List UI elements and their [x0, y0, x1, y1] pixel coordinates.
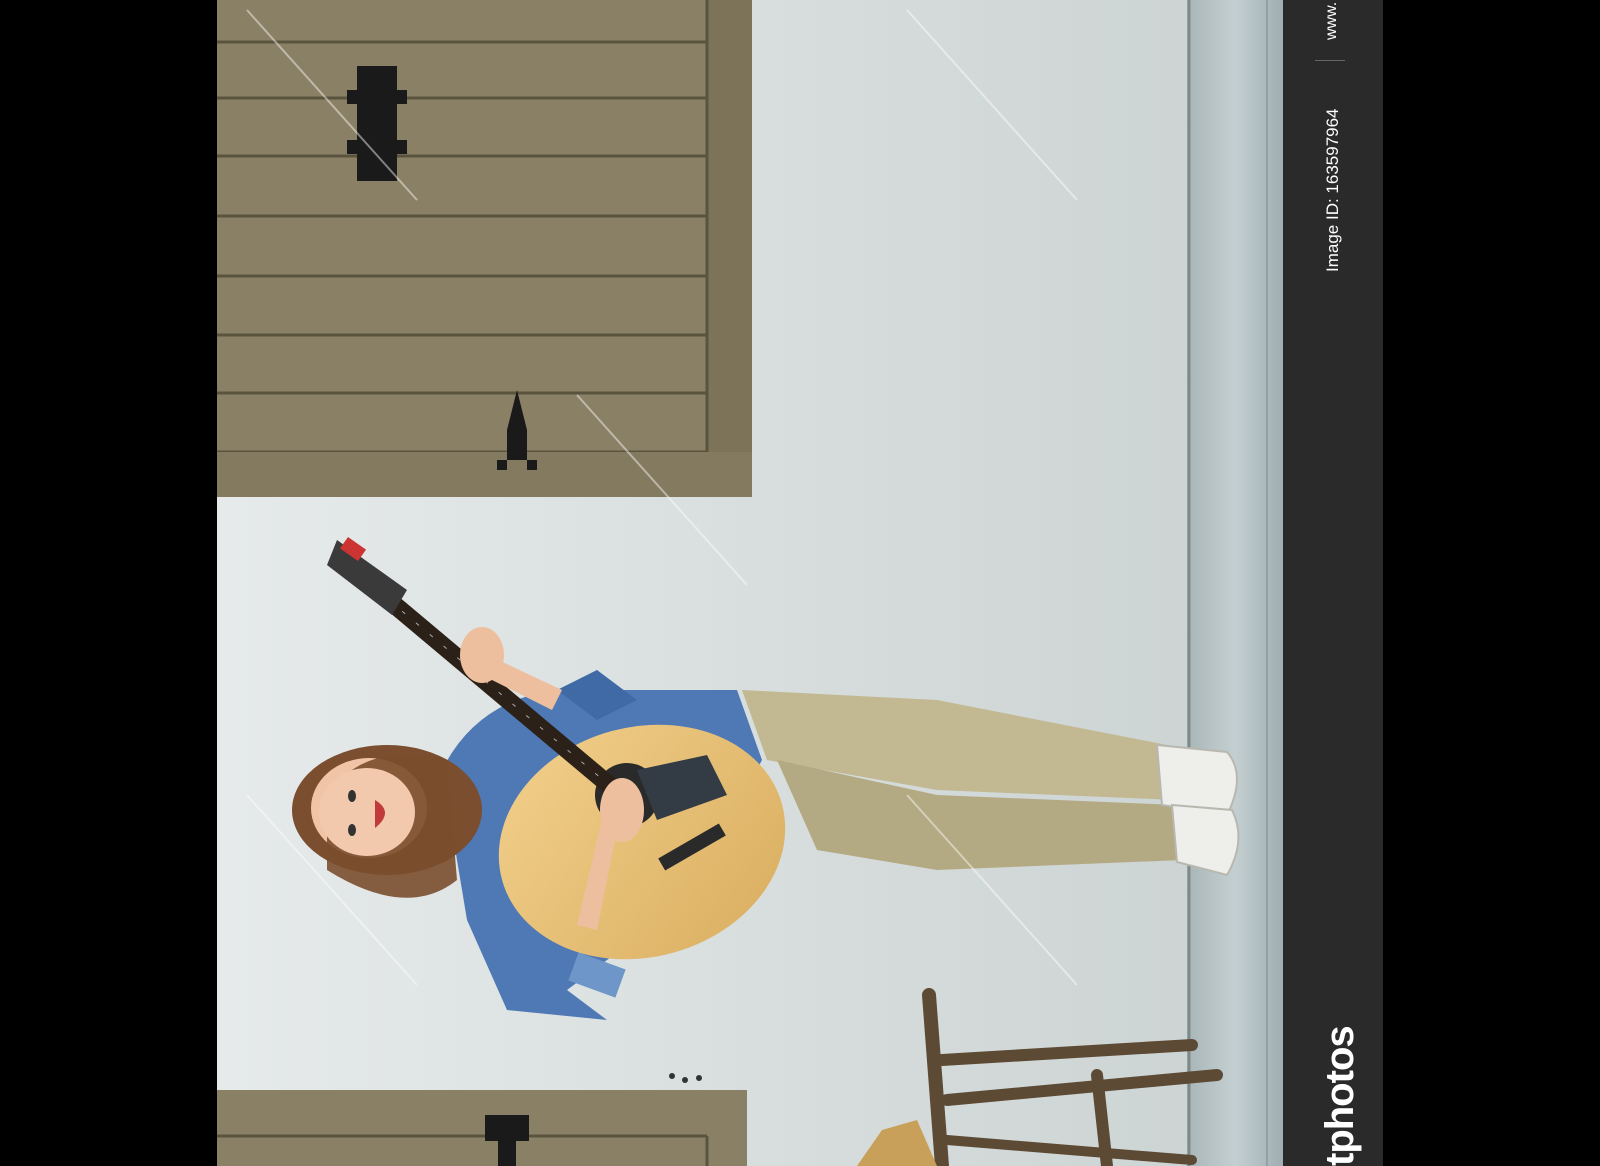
- stock-photo: [217, 0, 1283, 1166]
- image-id-text: Image ID: 163597964: [1323, 108, 1342, 272]
- stock-image-viewer: www. Image ID: 163597964 tphotos: [0, 0, 1600, 1166]
- stock-side-panel: www. Image ID: 163597964 tphotos: [1283, 0, 1383, 1166]
- brand-logo-text: tphotos: [1318, 1026, 1362, 1166]
- wooden-shutter-top: [217, 0, 752, 497]
- floor: [1187, 0, 1283, 1166]
- site-url-text[interactable]: www.: [1323, 2, 1341, 40]
- side-divider: [1315, 60, 1345, 61]
- guitar-player-photo: [217, 0, 1283, 1166]
